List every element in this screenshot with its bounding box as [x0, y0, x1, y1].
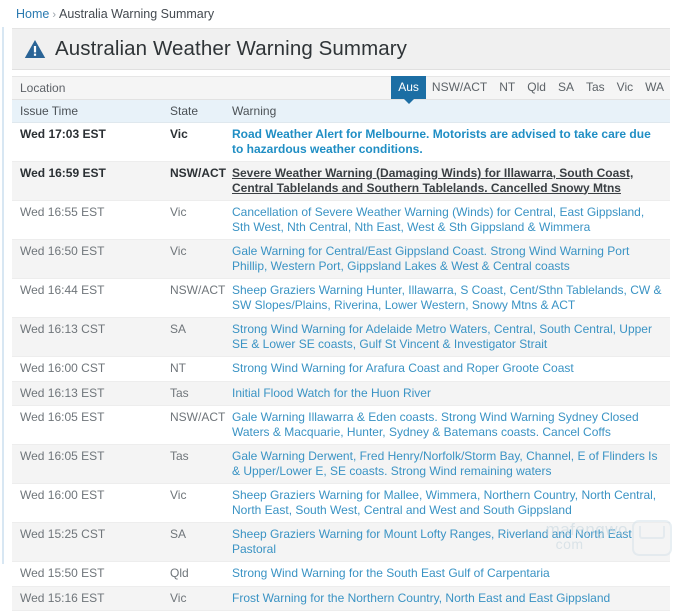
- cell-warning-link[interactable]: Severe Weather Warning (Damaging Winds) …: [224, 161, 670, 201]
- cell-issue-time: Wed 16:50 EST: [12, 239, 162, 279]
- cell-issue-time: Wed 16:44 EST: [12, 278, 162, 318]
- warning-triangle-icon: [24, 40, 46, 58]
- cell-warning-link[interactable]: Frost Warning for the Northern Country, …: [224, 586, 670, 611]
- column-header-state[interactable]: State: [162, 100, 224, 123]
- location-tab-bar: Location Aus NSW/ACT NT Qld SA Tas Vic W…: [12, 76, 670, 104]
- cell-issue-time: Wed 16:05 EST: [12, 405, 162, 445]
- cell-state: Vic: [162, 122, 224, 162]
- tab-vic[interactable]: Vic: [611, 76, 639, 99]
- cell-state: SA: [162, 317, 224, 357]
- cell-state: Vic: [162, 200, 224, 240]
- tab-tas[interactable]: Tas: [580, 76, 611, 99]
- tab-qld[interactable]: Qld: [521, 76, 552, 99]
- breadcrumb-current: Australia Warning Summary: [59, 7, 215, 21]
- cell-state: Vic: [162, 239, 224, 279]
- table-row[interactable]: Wed 16:05 EST NSW/ACT Gale Warning Illawar…: [12, 405, 670, 445]
- cell-issue-time: Wed 16:05 EST: [12, 444, 162, 484]
- cell-issue-time: Wed 16:00 EST: [12, 483, 162, 523]
- warnings-panel: Location Aus NSW/ACT NT Qld SA Tas Vic W…: [12, 76, 670, 611]
- tab-nt[interactable]: NT: [493, 76, 521, 99]
- cell-issue-time: Wed 15:25 CST: [12, 522, 162, 562]
- page-title: Australian Weather Warning Summary: [55, 37, 408, 60]
- cell-issue-time: Wed 17:03 EST: [12, 122, 162, 162]
- tab-sa[interactable]: SA: [552, 76, 580, 99]
- cell-state: Vic: [162, 586, 224, 611]
- cell-warning-link[interactable]: Cancellation of Severe Weather Warning (…: [224, 200, 670, 240]
- table-row[interactable]: Wed 15:25 CST SA Sheep Graziers Warning fo…: [12, 522, 670, 562]
- cell-warning-link[interactable]: Strong Wind Warning for Adelaide Metro W…: [224, 317, 670, 357]
- state-tabs: Aus NSW/ACT NT Qld SA Tas Vic WA: [391, 76, 670, 104]
- cell-issue-time: Wed 16:55 EST: [12, 200, 162, 240]
- cell-state: Qld: [162, 561, 224, 587]
- cell-issue-time: Wed 16:00 CST: [12, 356, 162, 382]
- cell-warning-link[interactable]: Sheep Graziers Warning for Mount Lofty R…: [224, 522, 670, 562]
- location-label: Location: [20, 81, 66, 95]
- table-row[interactable]: Wed 16:44 EST NSW/ACT Sheep Graziers Warni…: [12, 278, 670, 318]
- cell-warning-link[interactable]: Initial Flood Watch for the Huon River: [224, 381, 670, 406]
- breadcrumb: Home › Australia Warning Summary: [0, 0, 678, 28]
- cell-state: Tas: [162, 444, 224, 484]
- cell-state: NSW/ACT: [162, 278, 225, 318]
- tab-aus[interactable]: Aus: [391, 76, 426, 104]
- cell-issue-time: Wed 15:16 EST: [12, 586, 162, 611]
- cell-warning-link[interactable]: Sheep Graziers Warning for Mallee, Wimme…: [224, 483, 670, 523]
- cell-state: Tas: [162, 381, 224, 406]
- table-row[interactable]: Wed 16:00 CST NT Strong Wind Warning for A…: [12, 356, 670, 382]
- cell-warning-link[interactable]: Gale Warning Illawarra & Eden coasts. St…: [224, 405, 670, 445]
- table-row[interactable]: Wed 16:13 EST Tas Initial Flood Watch for …: [12, 381, 670, 406]
- table-row[interactable]: Wed 15:50 EST Qld Strong Wind Warning for …: [12, 561, 670, 587]
- cell-warning-link[interactable]: Gale Warning for Central/East Gippsland …: [224, 239, 670, 279]
- cell-issue-time: Wed 16:13 CST: [12, 317, 162, 357]
- page-left-gutter: [2, 27, 4, 564]
- table-row[interactable]: Wed 17:03 EST Vic Road Weather Alert for M…: [12, 122, 670, 162]
- cell-state: NSW/ACT: [162, 161, 226, 201]
- table-row[interactable]: Wed 15:16 EST Vic Frost Warning for the No…: [12, 586, 670, 611]
- column-header-warning[interactable]: Warning: [224, 100, 670, 123]
- cell-warning-link[interactable]: Strong Wind Warning for Arafura Coast an…: [224, 356, 670, 382]
- table-row[interactable]: Wed 16:13 CST SA Strong Wind Warning for A…: [12, 317, 670, 357]
- cell-warning-link[interactable]: Sheep Graziers Warning Hunter, Illawarra…: [224, 278, 670, 318]
- cell-warning-link[interactable]: Strong Wind Warning for the South East G…: [224, 561, 670, 587]
- cell-state: Vic: [162, 483, 224, 523]
- table-row[interactable]: Wed 16:50 EST Vic Gale Warning for Central…: [12, 239, 670, 279]
- tab-wa[interactable]: WA: [639, 76, 670, 99]
- table-row[interactable]: Wed 16:55 EST Vic Cancellation of Severe W…: [12, 200, 670, 240]
- warnings-table-body: Wed 17:03 EST Vic Road Weather Alert for M…: [12, 122, 670, 611]
- cell-issue-time: Wed 16:59 EST: [12, 161, 162, 201]
- breadcrumb-separator: ›: [52, 9, 57, 21]
- cell-issue-time: Wed 15:50 EST: [12, 561, 162, 587]
- warnings-table: Issue Time State Warning Wed 17:03 EST Vi…: [12, 100, 670, 611]
- table-row[interactable]: Wed 16:05 EST Tas Gale Warning Derwent, Fr…: [12, 444, 670, 484]
- cell-warning-link[interactable]: Road Weather Alert for Melbourne. Motori…: [224, 122, 670, 162]
- table-header-row: Issue Time State Warning: [12, 100, 670, 123]
- table-row[interactable]: Wed 16:59 EST NSW/ACT Severe Weather Warni…: [12, 161, 670, 201]
- cell-warning-link[interactable]: Gale Warning Derwent, Fred Henry/Norfolk…: [224, 444, 670, 484]
- cell-state: NSW/ACT: [162, 405, 225, 445]
- cell-state: SA: [162, 522, 224, 562]
- page-banner: Australian Weather Warning Summary: [12, 28, 670, 70]
- table-row[interactable]: Wed 16:00 EST Vic Sheep Graziers Warning f…: [12, 483, 670, 523]
- breadcrumb-home-link[interactable]: Home: [16, 7, 49, 21]
- cell-state: NT: [162, 356, 224, 382]
- tab-nsw-act[interactable]: NSW/ACT: [426, 76, 493, 99]
- column-header-issue-time[interactable]: Issue Time: [12, 100, 162, 123]
- cell-issue-time: Wed 16:13 EST: [12, 381, 162, 406]
